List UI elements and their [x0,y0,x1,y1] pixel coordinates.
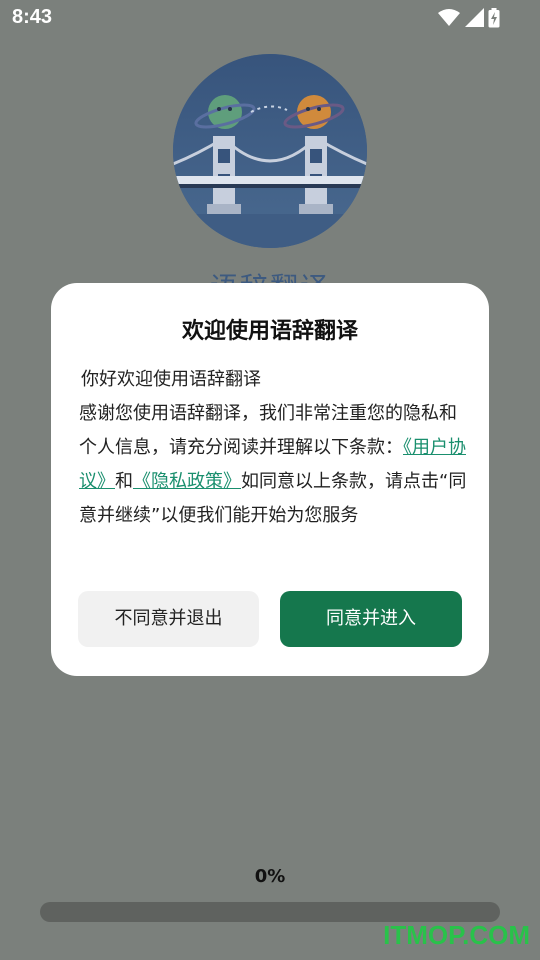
privacy-consent-dialog: 欢迎使用语辞翻译 你好欢迎使用语辞翻译 感谢您使用语辞翻译，我们非常注重您的隐私… [51,283,489,676]
and-text: 和 [115,471,133,492]
status-time: 8:43 [12,6,53,28]
cellular-signal-icon [465,8,484,27]
planets-bridge-logo [173,54,367,248]
status-icons [438,8,500,28]
progress-bar [40,902,500,922]
app-screen: 8:43 欢迎使用语辞翻译 你好欢迎使用语辞翻译 感谢您使用语辞翻译，我们非常注… [0,0,540,960]
wifi-icon [438,9,460,26]
app-logo [173,54,367,248]
dialog-title: 欢迎使用语辞翻译 [181,319,358,344]
dialog-body-intro: 感谢您使用语辞翻译，我们非常注重您的隐私和个人信息，请充分阅读并理解以下条款： [79,403,457,458]
battery-charging-icon [488,8,500,28]
dialog-body: 感谢您使用语辞翻译，我们非常注重您的隐私和个人信息，请充分阅读并理解以下条款： 《… [79,397,467,533]
progress-label: 0% [254,866,286,887]
decline-and-exit-button[interactable]: 不同意并退出 [78,591,259,647]
status-bar: 8:43 [0,0,540,36]
dialog-greeting: 你好欢迎使用语辞翻译 [81,369,261,390]
agree-and-enter-button[interactable]: 同意并进入 [280,591,462,647]
watermark: ITMOP.COM [383,920,530,950]
privacy-policy-link[interactable]: 《隐私政策》 [133,471,241,492]
